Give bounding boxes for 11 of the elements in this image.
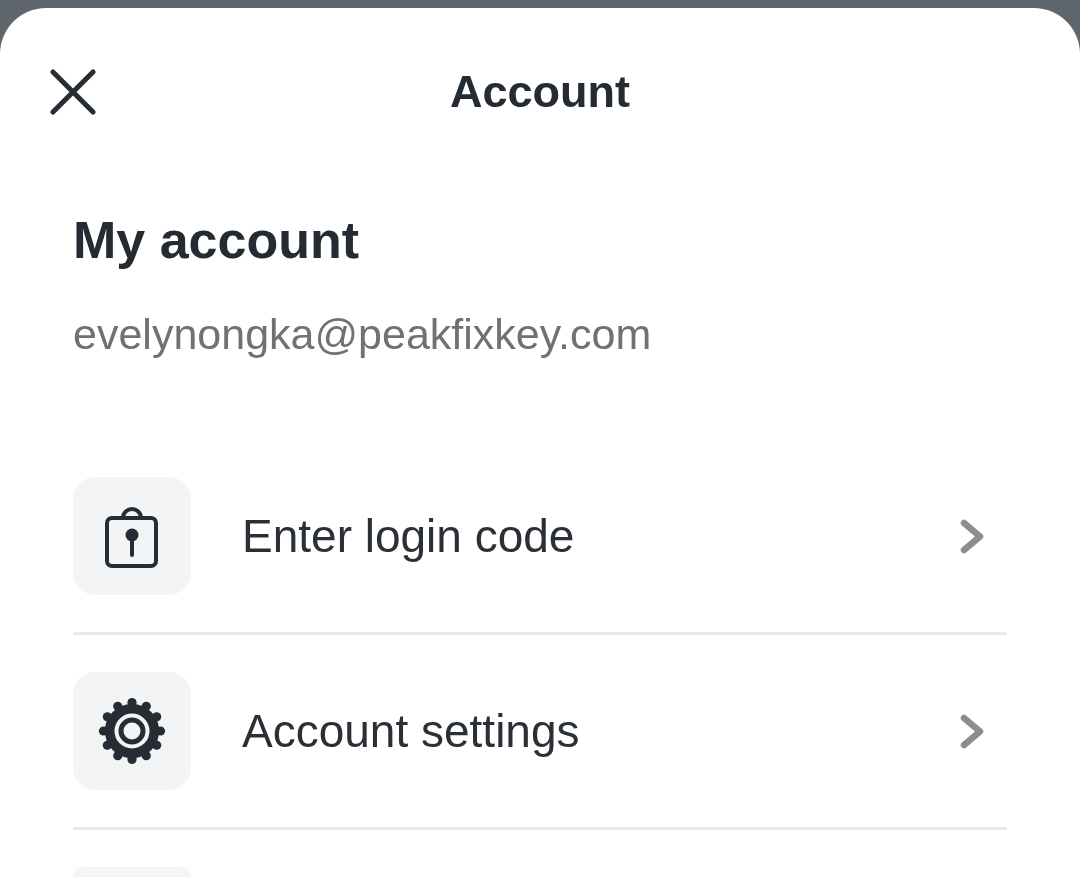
header-title: Account (450, 65, 630, 119)
account-heading: My account (73, 210, 361, 271)
menu-item[interactable]: Account settings (73, 635, 1007, 827)
chevron-icon (960, 713, 984, 749)
close-button[interactable] (50, 69, 96, 115)
close-icon (50, 69, 96, 115)
gear-icon (73, 672, 191, 790)
chevron-icon (960, 518, 984, 554)
lock-icon (73, 477, 191, 595)
menu-item[interactable]: Enter login code (73, 440, 1007, 632)
account-email: evelynongka@peakfixkey.com (73, 309, 653, 360)
